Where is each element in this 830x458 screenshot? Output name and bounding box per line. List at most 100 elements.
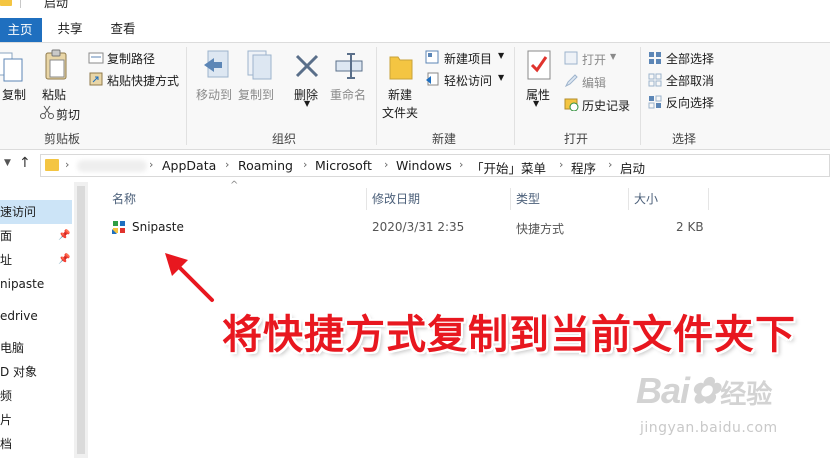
address-bar[interactable]: › › AppData › Roaming › Microsoft › Wind… — [40, 154, 830, 177]
scrollbar-thumb[interactable] — [77, 186, 85, 454]
easy-access-button[interactable]: 轻松访问 — [444, 72, 492, 89]
chevron-right-icon[interactable]: › — [225, 158, 229, 171]
breadcrumb-appdata[interactable]: AppData — [162, 158, 216, 173]
snipaste-icon — [112, 221, 125, 234]
tab-home[interactable]: 主页 — [0, 18, 42, 42]
chevron-right-icon[interactable]: › — [559, 158, 563, 171]
new-item-button[interactable]: 新建项目 — [444, 50, 492, 67]
file-name: Snipaste — [132, 220, 184, 234]
address-bar-row: ▼ ↑ › › AppData › Roaming › Microsoft › … — [0, 150, 830, 182]
breadcrumb-startup[interactable]: 启动 — [620, 158, 645, 177]
column-divider[interactable] — [366, 188, 367, 210]
copy-path-icon — [88, 52, 104, 64]
move-to-button[interactable]: 移动到 — [196, 86, 232, 103]
delete-dropdown-icon[interactable]: ▼ — [304, 99, 310, 108]
ribbon: 复制 粘贴 复制路径 粘贴快捷方式 剪切 剪贴板 移动到 复制到 删除 ▼ 重命… — [0, 42, 830, 150]
history-button[interactable]: 历史记录 — [582, 97, 630, 114]
file-modified: 2020/3/31 2:35 — [372, 220, 465, 234]
breadcrumb-windows[interactable]: Windows — [396, 158, 452, 173]
chevron-right-icon[interactable]: › — [608, 158, 612, 171]
paw-icon: ✿ — [689, 370, 719, 411]
cut-button[interactable]: 剪切 — [56, 106, 80, 123]
group-label-clipboard: 剪贴板 — [43, 132, 80, 146]
scissors-icon — [40, 105, 54, 119]
chevron-right-icon[interactable]: › — [384, 158, 388, 171]
column-header-size[interactable]: 大小 — [634, 190, 658, 207]
breadcrumb-microsoft[interactable]: Microsoft — [315, 158, 372, 173]
copy-path-button[interactable]: 复制路径 — [107, 50, 155, 67]
folder-icon — [45, 159, 59, 171]
column-divider[interactable] — [510, 188, 511, 210]
paste-button[interactable]: 粘贴 — [42, 86, 66, 103]
pin-icon: 📌 — [58, 254, 71, 265]
copy-icon — [0, 52, 23, 82]
properties-dropdown-icon[interactable]: ▼ — [533, 99, 539, 108]
nav-item-quick-access[interactable]: 速访问 — [0, 200, 72, 224]
table-row[interactable]: Snipaste 2020/3/31 2:35 快捷方式 2 KB — [90, 216, 830, 240]
copy-to-button[interactable]: 复制到 — [238, 86, 274, 103]
watermark-logo: Bai — [636, 370, 690, 411]
column-header-name[interactable]: 名称 — [112, 190, 136, 207]
annotation-arrow-icon — [165, 253, 214, 302]
file-type: 快捷方式 — [516, 222, 565, 236]
breadcrumb-start-menu[interactable]: 「开始」菜单 — [471, 158, 546, 177]
recent-locations-icon[interactable]: ▼ — [4, 158, 11, 168]
invert-selection-button[interactable]: 反向选择 — [666, 94, 714, 111]
chevron-right-icon[interactable]: › — [303, 158, 307, 171]
blurred-path-segment — [77, 160, 147, 172]
group-label-organize: 组织 — [271, 132, 296, 146]
column-divider[interactable] — [628, 188, 629, 210]
nav-item-pictures[interactable]: 片 — [0, 408, 72, 432]
history-icon — [564, 98, 579, 111]
folder-icon — [0, 0, 12, 6]
chevron-right-icon[interactable]: › — [149, 158, 153, 171]
rename-button[interactable]: 重命名 — [330, 86, 366, 103]
copy-to-icon — [247, 50, 272, 80]
nav-item-3d-objects[interactable]: D 对象 — [0, 360, 72, 384]
tab-view[interactable]: 查看 — [108, 15, 138, 42]
edit-icon — [564, 74, 578, 88]
select-all-icon — [649, 52, 661, 64]
paste-icon — [45, 49, 67, 80]
nav-item-this-pc[interactable]: 电脑 — [0, 336, 72, 360]
up-arrow-icon[interactable]: ↑ — [19, 155, 31, 171]
properties-icon — [527, 50, 551, 80]
new-folder-line2[interactable]: 文件夹 — [382, 104, 418, 121]
select-none-button[interactable]: 全部取消 — [666, 72, 714, 89]
select-none-icon — [648, 73, 662, 87]
group-separator — [376, 47, 377, 145]
copy-button[interactable]: 复制 — [2, 86, 26, 103]
chevron-right-icon[interactable]: › — [459, 158, 463, 171]
new-folder-line1[interactable]: 新建 — [388, 86, 412, 103]
nav-item-snipaste[interactable]: nipaste — [0, 272, 72, 296]
easy-access-dropdown-icon[interactable]: ▼ — [498, 73, 504, 82]
new-item-dropdown-icon[interactable]: ▼ — [498, 51, 504, 60]
tab-share[interactable]: 共享 — [52, 15, 88, 42]
file-size: 2 KB — [676, 220, 704, 234]
open-icon — [564, 51, 578, 65]
ribbon-tabs: 主页 共享 查看 — [0, 12, 830, 42]
delete-icon — [295, 54, 319, 78]
group-label-open: 打开 — [563, 132, 588, 146]
nav-scrollbar[interactable] — [74, 182, 88, 458]
breadcrumb-roaming[interactable]: Roaming — [238, 158, 293, 173]
column-header-type[interactable]: 类型 — [516, 190, 540, 207]
breadcrumb-programs[interactable]: 程序 — [571, 158, 596, 177]
sort-up-icon: ^ — [230, 180, 239, 191]
watermark-url: jingyan.baidu.com — [640, 420, 778, 436]
nav-item-videos[interactable]: 频 — [0, 384, 72, 408]
paste-shortcut-button[interactable]: 粘贴快捷方式 — [107, 72, 179, 89]
open-dropdown-icon[interactable]: ▼ — [610, 52, 616, 61]
invert-selection-icon — [648, 95, 662, 109]
column-divider[interactable] — [708, 188, 709, 210]
group-separator — [186, 47, 187, 145]
new-folder-icon — [389, 56, 413, 80]
chevron-right-icon[interactable]: › — [65, 158, 69, 171]
open-button[interactable]: 打开 — [582, 51, 606, 68]
nav-item-documents[interactable]: 档 — [0, 432, 72, 456]
column-header-modified[interactable]: 修改日期 — [372, 190, 420, 207]
nav-item-onedrive[interactable]: edrive — [0, 304, 72, 328]
easy-access-icon — [426, 72, 439, 86]
select-all-button[interactable]: 全部选择 — [666, 50, 714, 67]
edit-button[interactable]: 编辑 — [582, 74, 606, 91]
